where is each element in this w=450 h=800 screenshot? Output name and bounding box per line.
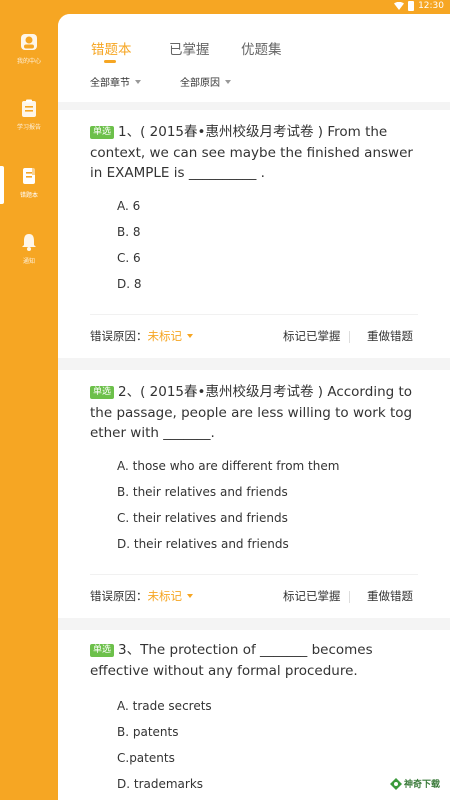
divider <box>90 574 418 575</box>
wifi-icon <box>394 2 405 10</box>
tab-mastered[interactable]: 已掌握 <box>169 38 210 58</box>
status-icons: 12:30 <box>394 1 444 11</box>
clipboard-icon <box>22 99 36 117</box>
sidebar-item-profile[interactable]: 我的中心 <box>0 32 58 65</box>
option-b[interactable]: B. their relatives and friends <box>117 483 339 509</box>
reason-filter[interactable]: 全部原因 <box>180 74 231 89</box>
error-reason-label: 错误原因： <box>90 589 148 603</box>
options-list: A. those who are different from them B. … <box>117 457 339 561</box>
sidebar-item-notebook[interactable]: 错题本 <box>0 166 58 199</box>
sidebar-item-label: 通知 <box>22 258 35 265</box>
question-footer: 错误原因：未标记 标记已掌握 重做错题 <box>90 328 418 348</box>
sidebar: 我的中心 学习报告 错题本 通知 <box>0 14 58 800</box>
dropdown-arrow-icon <box>187 334 193 338</box>
battery-icon <box>408 1 415 11</box>
error-reason-label: 错误原因： <box>90 329 148 343</box>
question-stem: 2、( 2015春•惠州校级月考试卷 ) According to the pa… <box>90 384 413 441</box>
chapter-filter-label: 全部章节 <box>90 78 130 89</box>
option-d[interactable]: D. their relatives and friends <box>117 535 339 561</box>
status-time: 12:30 <box>418 1 444 11</box>
redo-button[interactable]: 重做错题 <box>367 588 413 604</box>
single-choice-badge: 单选 <box>90 386 115 399</box>
tab-bar: 错题本 已掌握 优题集 <box>58 38 450 68</box>
sidebar-item-notify[interactable]: 通知 <box>0 232 58 265</box>
active-tab-underline <box>104 60 116 63</box>
option-a[interactable]: A. trade secrets <box>117 697 212 723</box>
sidebar-item-report[interactable]: 学习报告 <box>0 98 58 131</box>
question-stem: 3、The protection of _______ becomes effe… <box>90 642 373 679</box>
dropdown-arrow-icon <box>135 79 141 84</box>
sidebar-item-label: 学习报告 <box>16 124 41 131</box>
question-card: 单选 1、( 2015春•惠州校级月考试卷 ) From the context,… <box>58 110 450 358</box>
error-reason[interactable]: 错误原因：未标记 <box>90 328 193 344</box>
question-text: 单选 2、( 2015春•惠州校级月考试卷 ) According to the … <box>90 382 420 444</box>
option-c[interactable]: C. 6 <box>117 249 142 275</box>
redo-button[interactable]: 重做错题 <box>367 328 413 344</box>
question-text: 单选 3、The protection of _______ becomes ef… <box>90 640 420 681</box>
footer-separator <box>349 591 350 603</box>
mark-mastered-button[interactable]: 标记已掌握 <box>283 588 341 604</box>
error-reason-value: 未标记 <box>147 329 183 343</box>
option-b[interactable]: B. patents <box>117 723 212 749</box>
main-panel: 错题本 已掌握 优题集 全部章节 全部原因 单选 1、( 2015春•惠州校级月考… <box>58 14 450 800</box>
bell-icon <box>22 234 36 251</box>
watermark: 神奇下载 <box>389 777 440 790</box>
option-a[interactable]: A. 6 <box>117 197 142 223</box>
user-avatar-icon <box>21 34 37 50</box>
status-bar: 12:30 <box>0 0 450 14</box>
question-card: 单选 3、The protection of _______ becomes ef… <box>58 630 450 800</box>
mark-mastered-button[interactable]: 标记已掌握 <box>283 328 341 344</box>
watermark-text: 神奇下载 <box>403 780 440 790</box>
watermark-logo-icon <box>389 777 402 790</box>
single-choice-badge: 单选 <box>90 126 115 139</box>
question-card: 单选 2、( 2015春•惠州校级月考试卷 ) According to the … <box>58 370 450 618</box>
options-list: A. trade secrets B. patents C.patents D.… <box>117 697 212 800</box>
options-list: A. 6 B. 8 C. 6 D. 8 <box>117 197 142 301</box>
reason-filter-label: 全部原因 <box>180 78 220 89</box>
header: 错题本 已掌握 优题集 全部章节 全部原因 <box>58 14 450 102</box>
question-footer: 错误原因：未标记 标记已掌握 重做错题 <box>90 588 418 608</box>
option-c[interactable]: C. their relatives and friends <box>117 509 339 535</box>
option-c[interactable]: C.patents <box>117 749 212 775</box>
tab-wrong-questions[interactable]: 错题本 <box>91 38 132 58</box>
error-reason[interactable]: 错误原因：未标记 <box>90 588 193 604</box>
question-text: 单选 1、( 2015春•惠州校级月考试卷 ) From the context,… <box>90 122 420 184</box>
option-a[interactable]: A. those who are different from them <box>117 457 339 483</box>
question-stem: 1、( 2015春•惠州校级月考试卷 ) From the context, w… <box>90 124 413 181</box>
chapter-filter[interactable]: 全部章节 <box>90 74 141 89</box>
filter-bar: 全部章节 全部原因 <box>58 74 450 94</box>
single-choice-badge: 单选 <box>90 644 115 657</box>
sidebar-item-label: 错题本 <box>19 192 38 199</box>
sidebar-item-label: 我的中心 <box>16 58 41 65</box>
option-b[interactable]: B. 8 <box>117 223 142 249</box>
dropdown-arrow-icon <box>187 594 193 598</box>
tab-featured[interactable]: 优题集 <box>241 38 282 58</box>
error-reason-value: 未标记 <box>147 589 183 603</box>
dropdown-arrow-icon <box>225 79 231 84</box>
option-d[interactable]: D. trademarks <box>117 775 212 800</box>
notebook-icon <box>23 168 35 184</box>
option-d[interactable]: D. 8 <box>117 275 142 301</box>
footer-separator <box>349 331 350 343</box>
divider <box>90 314 418 315</box>
